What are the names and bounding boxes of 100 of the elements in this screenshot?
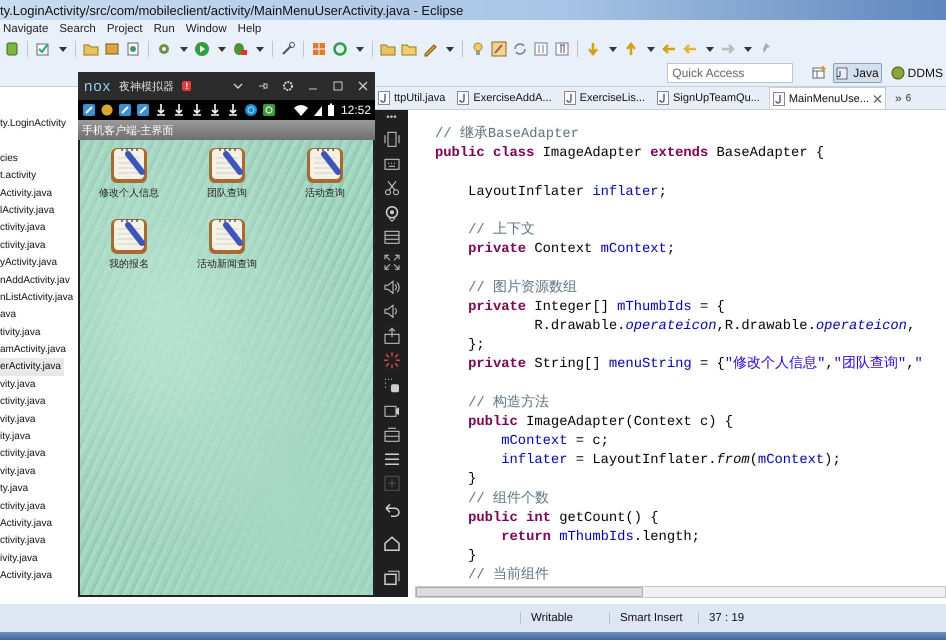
editor-tab[interactable]: SignUpTeamQu...	[654, 87, 763, 109]
tree-item[interactable]: ity.java	[0, 428, 34, 446]
tree-item[interactable]: nListActivity.java	[0, 288, 76, 306]
tree-item[interactable]: ty.java	[0, 480, 32, 498]
tree-item[interactable]: ty.LoginActivity	[0, 115, 69, 132]
tree-item[interactable]: Activity.java	[0, 184, 56, 202]
tree-item[interactable]: vity.java	[0, 410, 38, 428]
menu-item[interactable]: Navigate	[3, 23, 48, 35]
scrollbar-thumb[interactable]	[416, 586, 643, 596]
notepad-pencil-icon	[208, 217, 246, 255]
menu-item[interactable]: Run	[154, 23, 175, 35]
sync-icon[interactable]	[512, 41, 528, 57]
emulator-title: 夜神模拟器	[119, 80, 174, 94]
download-icon	[154, 102, 168, 118]
notepad-pencil-icon	[208, 146, 246, 184]
perspective-button[interactable]: Java	[833, 63, 882, 83]
download-icon	[226, 102, 240, 118]
editor-tab[interactable]: ExerciseAddA...	[454, 87, 555, 109]
columns-icon[interactable]	[533, 41, 549, 57]
device-icon[interactable]	[4, 41, 20, 57]
menu-item[interactable]: Window	[186, 23, 227, 35]
tree-item[interactable]: cies	[0, 150, 21, 168]
editor-tab[interactable]: ttpUtil.java	[375, 87, 448, 109]
location-pin-icon[interactable]	[382, 204, 400, 222]
tree-item[interactable]: nAddActivity.jav	[0, 272, 73, 289]
app-notification-icon	[82, 102, 96, 118]
class-file-icon[interactable]	[125, 41, 141, 57]
java-file-icon	[378, 90, 390, 106]
code-line: // 继承BaseAdapter	[435, 125, 579, 144]
app-notification-icon	[118, 102, 132, 118]
checkbox-icon[interactable]	[35, 41, 51, 57]
app-shortcut[interactable]: 活动查询	[305, 146, 345, 217]
recent-apps-icon[interactable]	[382, 568, 400, 587]
tree-item[interactable]: vity.java	[0, 376, 38, 394]
phone-rotate-icon[interactable]	[382, 130, 400, 149]
open-perspective-icon[interactable]	[811, 65, 828, 81]
code-line: private String[] menuString = {"修改个人信息","团队查询","	[467, 355, 923, 374]
java-file-icon	[457, 90, 470, 106]
download-icon	[208, 102, 222, 118]
tree-item[interactable]: t.activity	[0, 167, 40, 185]
alert-badge: !	[182, 81, 192, 91]
code-line: };	[467, 337, 485, 356]
code-line: public ImageAdapter(Context c) {	[467, 414, 734, 432]
tree-item[interactable]: Activity.java	[0, 567, 56, 585]
code-line: // 当前组件	[467, 566, 549, 586]
notepad-pencil-icon	[110, 217, 148, 255]
status-text: 37 : 19	[698, 612, 787, 624]
code-line: }	[467, 548, 476, 566]
editor-tab[interactable]: ExerciseLis...	[560, 87, 648, 109]
circle-app-icon	[244, 102, 258, 118]
scissors-icon[interactable]	[382, 179, 400, 198]
code-line: // 构造方法	[467, 394, 549, 413]
home-icon[interactable]	[382, 534, 400, 552]
app-shortcut[interactable]: 我的报名	[109, 217, 149, 288]
quick-access-field[interactable]: Quick Access	[667, 63, 794, 83]
grid-icon[interactable]	[311, 41, 327, 57]
pilcrow-icon[interactable]	[554, 41, 570, 57]
editor-tab[interactable]: MainMenuUse...	[768, 87, 886, 109]
notepad-pencil-icon	[110, 146, 148, 184]
tree-item[interactable]: amActivity.java	[0, 341, 69, 358]
tree-item[interactable]: yActivity.java	[0, 254, 60, 272]
status-time: 12:52	[340, 103, 371, 117]
tree-item[interactable]: tivity.java	[0, 324, 44, 342]
code-line: // 上下文	[467, 220, 535, 240]
play-icon[interactable]	[194, 41, 210, 57]
loading-icon[interactable]	[382, 351, 400, 370]
tree-item[interactable]: lActivity.java	[0, 202, 58, 220]
highlighter-icon[interactable]	[491, 41, 507, 57]
window-title: ty.LoginActivity/src/com/mobileclient/activity/MainMenuUserActivity.java - Eclipse	[0, 2, 464, 18]
app-shortcut[interactable]: 活动新闻查询	[197, 217, 257, 288]
tree-item[interactable]: ava	[0, 306, 20, 324]
horizontal-scrollbar[interactable]	[415, 586, 946, 598]
bug-icon[interactable]	[232, 41, 248, 57]
tree-item[interactable]: ctivity.java	[0, 236, 48, 254]
tree-item[interactable]: ctivity.java	[0, 532, 48, 550]
tree-item[interactable]: vity.java	[0, 462, 38, 480]
tree-item[interactable]: ivity.java	[0, 550, 41, 568]
tree-item[interactable]: ctivity.java	[0, 393, 48, 411]
tree-item[interactable]: ctivity.java	[0, 498, 48, 515]
app-shortcut[interactable]: 修改个人信息	[99, 146, 159, 217]
menu-item[interactable]: Search	[59, 23, 96, 35]
screen-icon[interactable]	[382, 228, 400, 247]
package-icon[interactable]	[104, 41, 120, 57]
refresh-app-icon	[262, 102, 276, 118]
menu-item[interactable]: Help	[238, 23, 262, 35]
code-line: inflater = LayoutInflater.from(mContext);	[500, 452, 841, 470]
code-line: private Integer[] mThumbIds = {	[467, 298, 725, 317]
ddms-perspective-icon	[890, 65, 905, 81]
tree-item[interactable]: ctivity.java	[0, 219, 48, 237]
tree-item[interactable]: erActivity.java	[0, 358, 64, 376]
app-notification-icon	[136, 102, 150, 118]
more-button[interactable]: •••	[386, 110, 397, 124]
tree-item[interactable]: ctivity.java	[0, 445, 48, 463]
perspective-button[interactable]: DDMS	[888, 63, 946, 83]
tree-item[interactable]: Activity.java	[0, 514, 56, 532]
volume-up-icon[interactable]	[382, 278, 400, 296]
code-line: mContext = c;	[500, 433, 609, 451]
app-shortcut[interactable]: 团队查询	[207, 146, 247, 217]
menu-item[interactable]: Project	[106, 23, 143, 35]
fullscreen-icon[interactable]	[382, 252, 400, 272]
